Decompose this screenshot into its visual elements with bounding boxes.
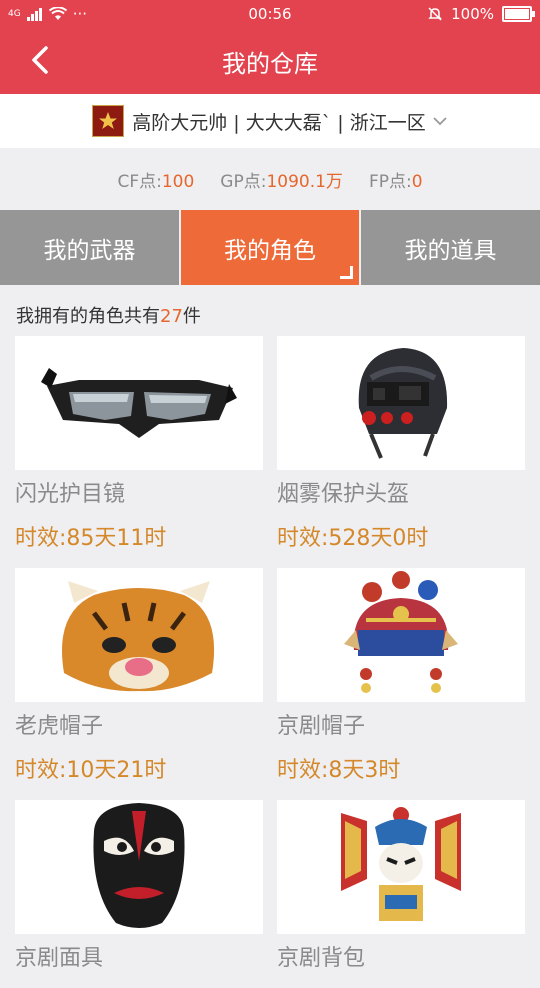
chevron-down-icon [433,117,447,126]
cf-points-label: CF点: [117,171,162,192]
item-image [277,568,525,702]
goggles-icon [41,368,237,438]
item-count-prefix: 我拥有的角色共有 [16,306,160,327]
item-card[interactable]: 老虎帽子 时效:10天21时 [15,568,263,786]
title-bar: 我的仓库 [0,28,540,94]
item-count-suffix: 件 [182,306,201,327]
item-card[interactable]: 闪光护目镜 时效:85天11时 [15,336,263,554]
item-image [15,568,263,702]
item-duration: 时效:10天21时 [15,758,167,783]
item-card[interactable]: 京剧帽子 时效:8天3时 [277,568,525,786]
status-bar: 4G ··· 00:56 100% [0,0,540,28]
page-title: 我的仓库 [222,50,318,78]
points-bar: CF点:100 GP点:1090.1万 FP点:0 [0,148,540,210]
battery-icon [502,6,535,22]
item-name: 京剧帽子 [277,714,366,739]
item-name: 老虎帽子 [15,714,104,739]
rank-badge-icon [92,105,125,137]
helmet-icon [358,348,448,459]
status-right: 100% [427,5,535,23]
selected-corner-icon [340,266,353,279]
tab-weapons[interactable]: 我的武器 [0,210,179,285]
fp-points-label: FP点: [368,171,412,192]
battery-label: 100% [451,5,494,23]
cf-points: CF点:100 [117,167,194,192]
item-duration: 时效:528天0时 [277,526,429,551]
item-count-number: 27 [160,306,183,327]
gp-points-value: 1090.1万 [266,171,343,192]
item-duration: 时效:85天11时 [15,526,167,551]
cf-points-value: 100 [161,171,195,192]
item-image [15,336,263,470]
item-name: 闪光护目镜 [15,482,126,507]
item-duration: 时效:8天3时 [277,758,401,783]
account-selector[interactable]: 高阶大元帅 | 大大大磊` | 浙江一区 [0,94,540,148]
tab-items[interactable]: 我的道具 [359,210,540,285]
item-name: 烟雾保护头盔 [277,482,410,507]
account-text: 高阶大元帅 | 大大大磊` | 浙江一区 [132,111,426,134]
opera-hat-icon [344,571,458,693]
item-image [277,336,525,470]
gp-points: GP点:1090.1万 [220,167,343,192]
category-tabs: 我的武器 我的角色 我的道具 [0,210,540,285]
item-image [277,800,525,934]
fp-points-value: 0 [411,171,423,192]
item-card[interactable]: 烟雾保护头盔 时效:528天0时 [277,336,525,554]
item-name: 京剧背包 [277,946,366,971]
item-count: 我拥有的角色共有27件 [16,302,201,328]
fp-points: FP点:0 [369,167,423,192]
tiger-hat-icon [62,580,215,691]
opera-backpack-icon [341,807,461,921]
item-image [15,800,263,934]
item-name: 京剧面具 [15,946,104,971]
tab-characters[interactable]: 我的角色 [179,210,359,285]
gp-points-label: GP点: [220,171,267,192]
tab-characters-label: 我的角色 [224,237,316,264]
mute-bell-icon [428,7,442,21]
opera-mask-icon [93,803,185,928]
